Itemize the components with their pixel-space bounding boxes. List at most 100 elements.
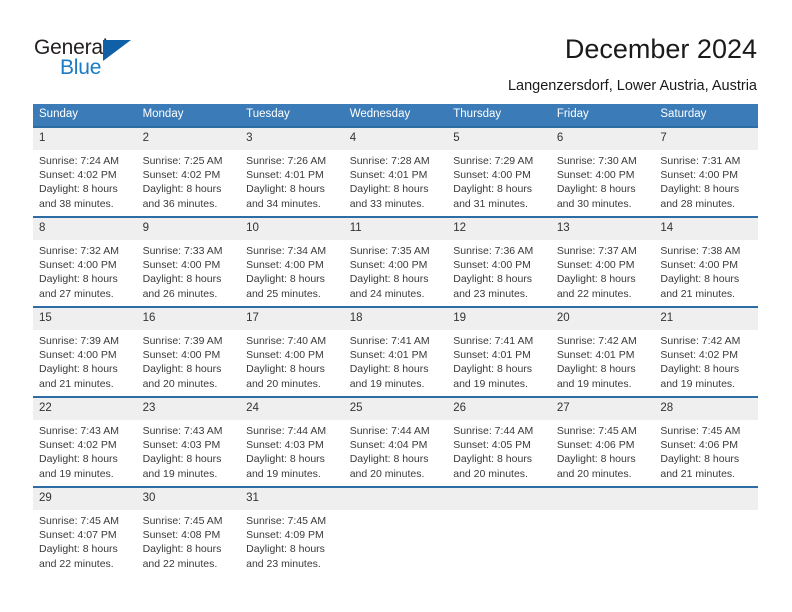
day-details: Sunrise: 7:45 AM Sunset: 4:06 PM Daylight:… <box>551 420 655 481</box>
daylight-duration-line1: Daylight: 8 hours <box>453 183 533 196</box>
daylight-duration-line1: Daylight: 8 hours <box>349 363 429 376</box>
calendar-day-cell[interactable]: 1 Sunrise: 7:24 AM Sunset: 4:02 PM Daylight… <box>33 126 137 217</box>
calendar-day-cell[interactable]: 31 Sunrise: 7:45 AM Sunset: 4:09 PM Dayligh… <box>240 486 344 577</box>
calendar-day-cell[interactable]: 6 Sunrise: 7:30 AM Sunset: 4:00 PM Daylight… <box>550 126 655 217</box>
day-number: 15 <box>33 308 137 330</box>
daylight-duration-line1: Daylight: 8 hours <box>349 273 429 286</box>
calendar-day-cell[interactable]: 7 Sunrise: 7:31 AM Sunset: 4:00 PM Daylight… <box>654 126 758 217</box>
calendar-day-cell[interactable]: 11 Sunrise: 7:35 AM Sunset: 4:00 PM Dayligh… <box>343 216 448 307</box>
calendar-day-cell[interactable]: 12 Sunrise: 7:36 AM Sunset: 4:00 PM Dayligh… <box>447 216 551 307</box>
weekday-header-saturday: Saturday <box>654 104 758 127</box>
day-details: Sunrise: 7:38 AM Sunset: 4:00 PM Daylight:… <box>654 240 758 301</box>
sunrise-time: Sunrise: 7:41 AM <box>453 335 534 347</box>
day-details: Sunrise: 7:26 AM Sunset: 4:01 PM Daylight:… <box>240 150 344 211</box>
daylight-duration-line1: Daylight: 8 hours <box>142 363 222 376</box>
calendar-day-cell[interactable]: 18 Sunrise: 7:41 AM Sunset: 4:01 PM Dayligh… <box>343 306 448 397</box>
day-details: Sunrise: 7:30 AM Sunset: 4:00 PM Daylight:… <box>551 150 655 211</box>
sunset-time: Sunset: 4:03 PM <box>142 439 221 452</box>
calendar-day-cell[interactable]: 30 Sunrise: 7:45 AM Sunset: 4:08 PM Dayligh… <box>136 486 241 577</box>
calendar-day-cell-empty <box>447 486 551 577</box>
sunset-time: Sunset: 4:09 PM <box>246 529 324 542</box>
calendar-day-cell[interactable]: 29 Sunrise: 7:45 AM Sunset: 4:07 PM Dayligh… <box>33 486 137 577</box>
daylight-duration-line2: and 23 minutes. <box>246 557 321 570</box>
sunset-time: Sunset: 4:01 PM <box>453 349 531 362</box>
calendar-day-cell[interactable]: 21 Sunrise: 7:42 AM Sunset: 4:02 PM Dayligh… <box>654 306 758 397</box>
daylight-duration-line2: and 28 minutes. <box>660 197 736 210</box>
sunrise-time: Sunrise: 7:40 AM <box>246 335 327 347</box>
day-number: 5 <box>447 128 551 150</box>
sunrise-time: Sunrise: 7:42 AM <box>660 335 741 347</box>
calendar-day-cell[interactable]: 24 Sunrise: 7:44 AM Sunset: 4:03 PM Dayligh… <box>240 396 344 487</box>
calendar-day-cell[interactable]: 3 Sunrise: 7:26 AM Sunset: 4:01 PM Daylight… <box>240 126 344 217</box>
day-details: Sunrise: 7:45 AM Sunset: 4:08 PM Daylight:… <box>137 510 241 571</box>
sunrise-time: Sunrise: 7:44 AM <box>453 425 534 437</box>
day-number: 3 <box>240 128 344 150</box>
calendar-day-cell[interactable]: 10 Sunrise: 7:34 AM Sunset: 4:00 PM Dayligh… <box>240 216 344 307</box>
sunrise-time: Sunrise: 7:35 AM <box>349 245 430 257</box>
general-blue-logo[interactable]: General Blue <box>34 36 154 82</box>
day-number <box>654 488 758 510</box>
calendar-day-cell[interactable]: 14 Sunrise: 7:38 AM Sunset: 4:00 PM Dayligh… <box>654 216 758 307</box>
sunset-time: Sunset: 4:02 PM <box>39 439 117 452</box>
daylight-duration-line2: and 22 minutes. <box>39 557 114 570</box>
calendar-day-cell[interactable]: 25 Sunrise: 7:44 AM Sunset: 4:04 PM Dayligh… <box>343 396 448 487</box>
calendar-day-cell[interactable]: 26 Sunrise: 7:44 AM Sunset: 4:05 PM Dayligh… <box>447 396 551 487</box>
calendar-day-cell[interactable]: 5 Sunrise: 7:29 AM Sunset: 4:00 PM Daylight… <box>447 126 551 217</box>
day-details: Sunrise: 7:40 AM Sunset: 4:00 PM Daylight:… <box>240 330 344 391</box>
daylight-duration-line2: and 36 minutes. <box>142 197 218 210</box>
day-number: 11 <box>343 218 448 240</box>
daylight-duration-line2: and 20 minutes. <box>349 467 425 480</box>
daylight-duration-line2: and 21 minutes. <box>660 287 736 300</box>
sunrise-time: Sunrise: 7:37 AM <box>556 245 637 257</box>
daylight-duration-line1: Daylight: 8 hours <box>660 363 740 376</box>
daylight-duration-line2: and 34 minutes. <box>246 197 321 210</box>
logo-triangle-icon <box>103 40 131 61</box>
day-details: Sunrise: 7:36 AM Sunset: 4:00 PM Daylight:… <box>447 240 551 301</box>
day-details: Sunrise: 7:37 AM Sunset: 4:00 PM Daylight:… <box>551 240 655 301</box>
day-number: 24 <box>240 398 344 420</box>
calendar-day-cell[interactable]: 15 Sunrise: 7:39 AM Sunset: 4:00 PM Dayligh… <box>33 306 137 397</box>
day-details: Sunrise: 7:44 AM Sunset: 4:05 PM Daylight:… <box>447 420 551 481</box>
calendar-day-cell[interactable]: 16 Sunrise: 7:39 AM Sunset: 4:00 PM Dayligh… <box>136 306 241 397</box>
day-details: Sunrise: 7:41 AM Sunset: 4:01 PM Daylight:… <box>344 330 448 391</box>
calendar-day-cell[interactable]: 9 Sunrise: 7:33 AM Sunset: 4:00 PM Daylight… <box>136 216 241 307</box>
daylight-duration-line2: and 24 minutes. <box>349 287 425 300</box>
daylight-duration-line2: and 20 minutes. <box>556 467 632 480</box>
sunset-time: Sunset: 4:02 PM <box>142 169 221 182</box>
day-details: Sunrise: 7:24 AM Sunset: 4:02 PM Daylight:… <box>33 150 137 211</box>
calendar-day-cell[interactable]: 8 Sunrise: 7:32 AM Sunset: 4:00 PM Daylight… <box>33 216 137 307</box>
sunset-time: Sunset: 4:00 PM <box>39 259 117 272</box>
calendar-day-cell[interactable]: 4 Sunrise: 7:28 AM Sunset: 4:01 PM Daylight… <box>343 126 448 217</box>
day-details <box>344 510 448 514</box>
day-number: 16 <box>136 308 241 330</box>
sunset-time: Sunset: 4:00 PM <box>453 259 531 272</box>
daylight-duration-line1: Daylight: 8 hours <box>142 453 222 466</box>
calendar-day-cell[interactable]: 27 Sunrise: 7:45 AM Sunset: 4:06 PM Dayligh… <box>550 396 655 487</box>
sunrise-time: Sunrise: 7:24 AM <box>39 155 119 167</box>
page-title: December 2024 <box>564 34 757 64</box>
sunrise-time: Sunrise: 7:33 AM <box>142 245 223 257</box>
calendar-day-cell[interactable]: 22 Sunrise: 7:43 AM Sunset: 4:02 PM Dayligh… <box>33 396 137 487</box>
calendar-day-cell[interactable]: 19 Sunrise: 7:41 AM Sunset: 4:01 PM Dayligh… <box>447 306 551 397</box>
sunset-time: Sunset: 4:00 PM <box>660 259 739 272</box>
day-details: Sunrise: 7:33 AM Sunset: 4:00 PM Daylight:… <box>137 240 241 301</box>
sunrise-time: Sunrise: 7:32 AM <box>39 245 119 257</box>
sunset-time: Sunset: 4:07 PM <box>39 529 117 542</box>
calendar-day-cell[interactable]: 13 Sunrise: 7:37 AM Sunset: 4:00 PM Dayligh… <box>550 216 655 307</box>
sunset-time: Sunset: 4:00 PM <box>142 349 221 362</box>
calendar-day-cell[interactable]: 23 Sunrise: 7:43 AM Sunset: 4:03 PM Dayligh… <box>136 396 241 487</box>
sunrise-time: Sunrise: 7:44 AM <box>246 425 327 437</box>
calendar-day-cell[interactable]: 2 Sunrise: 7:25 AM Sunset: 4:02 PM Daylight… <box>136 126 241 217</box>
day-details: Sunrise: 7:43 AM Sunset: 4:03 PM Daylight:… <box>137 420 241 481</box>
day-number: 13 <box>550 218 655 240</box>
day-details: Sunrise: 7:43 AM Sunset: 4:02 PM Daylight:… <box>33 420 137 481</box>
calendar-day-cell[interactable]: 28 Sunrise: 7:45 AM Sunset: 4:06 PM Dayligh… <box>654 396 758 487</box>
day-number: 31 <box>240 488 344 510</box>
day-number: 4 <box>343 128 448 150</box>
sunrise-time: Sunrise: 7:34 AM <box>246 245 327 257</box>
day-details: Sunrise: 7:45 AM Sunset: 4:07 PM Daylight:… <box>33 510 137 571</box>
daylight-duration-line1: Daylight: 8 hours <box>660 183 740 196</box>
calendar-day-cell[interactable]: 17 Sunrise: 7:40 AM Sunset: 4:00 PM Dayligh… <box>240 306 344 397</box>
day-details: Sunrise: 7:42 AM Sunset: 4:01 PM Daylight:… <box>551 330 655 391</box>
calendar-day-cell[interactable]: 20 Sunrise: 7:42 AM Sunset: 4:01 PM Dayligh… <box>550 306 655 397</box>
